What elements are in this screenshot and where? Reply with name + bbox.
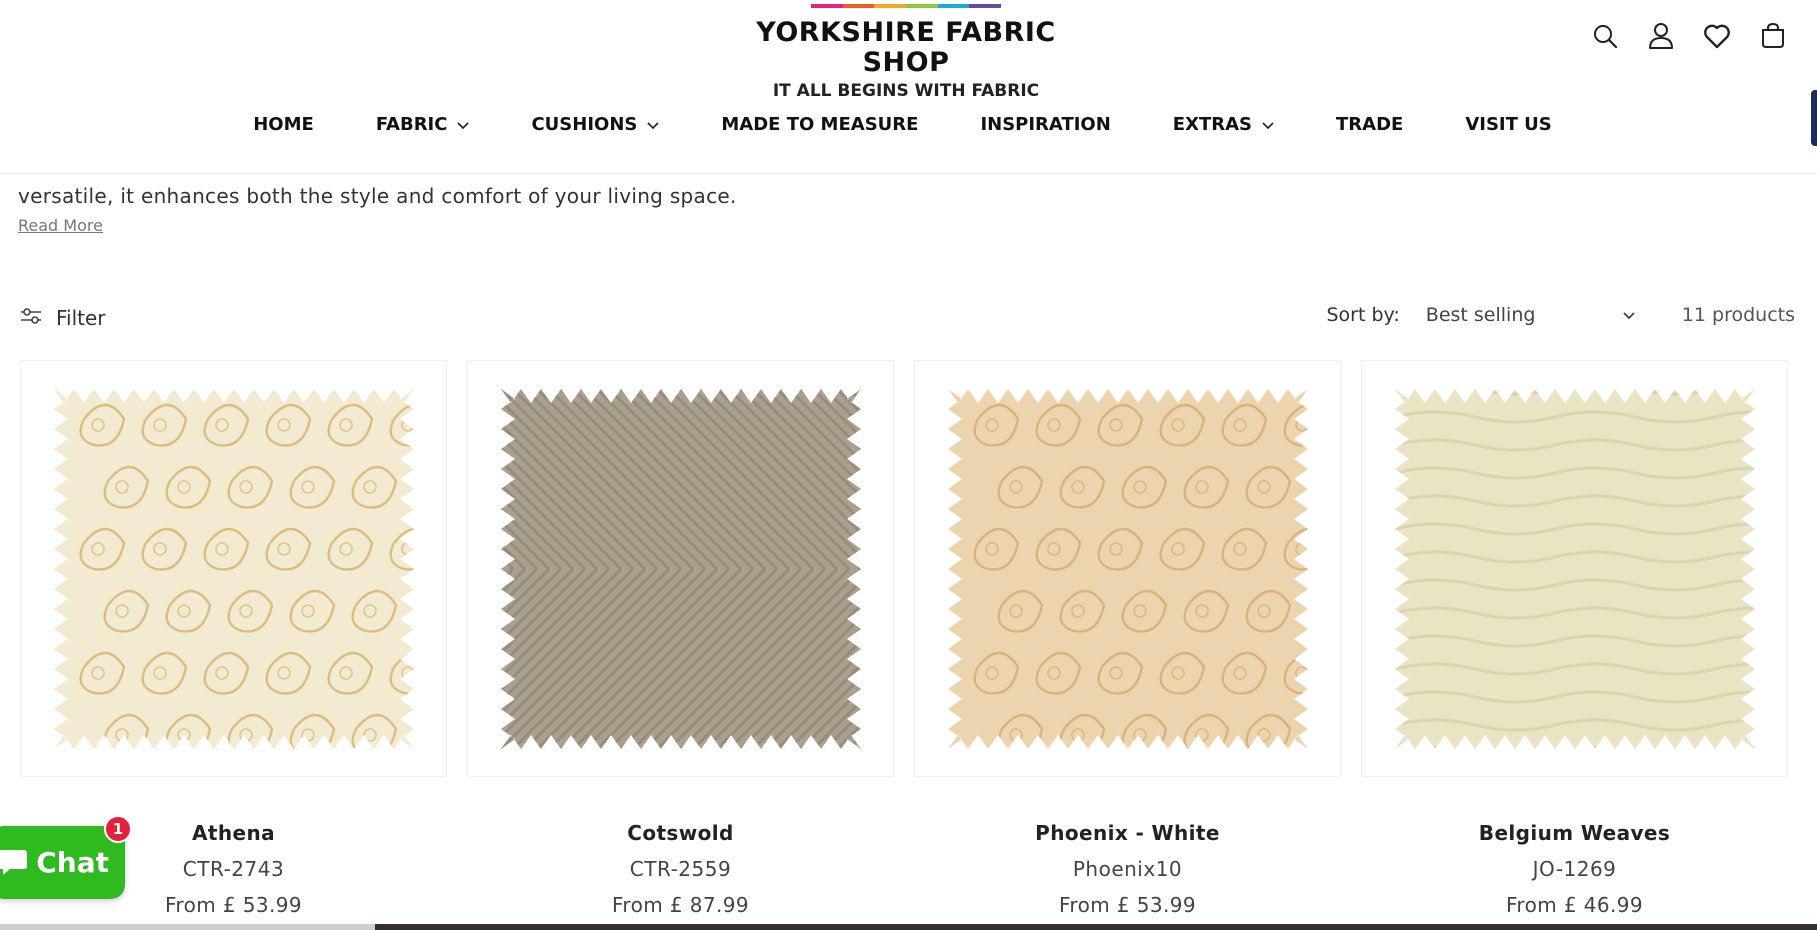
product-grid: Athena CTR-2743 From £ 53.99 Cotswold CTR-25… [20, 360, 1788, 917]
chevron-down-icon [457, 114, 470, 135]
wishlist-heart-icon[interactable] [1703, 22, 1731, 50]
chat-label: Chat [36, 846, 109, 879]
product-price: From £ 53.99 [1058, 893, 1197, 917]
product-title[interactable]: Phoenix - White [914, 821, 1341, 845]
nav-item-cushions[interactable]: CUSHIONS [500, 108, 690, 141]
chevron-down-icon [1622, 304, 1636, 326]
product-price: From £ 87.99 [611, 893, 750, 917]
sort-toolbar: Sort by: Best selling 11 products [1326, 304, 1795, 326]
product-price: From £ 46.99 [1505, 893, 1644, 917]
filter-label: Filter [56, 306, 106, 330]
logo-stripe-segment [811, 4, 843, 8]
nav-item-extras[interactable]: EXTRAS [1142, 108, 1305, 141]
logo-stripe-segment [906, 4, 938, 8]
nav-item-label: HOME [253, 114, 314, 135]
chevron-down-icon [1262, 114, 1274, 135]
product-sku: CTR-2559 [629, 857, 732, 881]
nav-item-label: MADE TO MEASURE [721, 114, 919, 135]
logo-rainbow-stripe [811, 4, 1002, 8]
logo-stripe-segment [874, 4, 907, 8]
chat-notification-badge: 1 [104, 815, 132, 843]
header-icons [1591, 22, 1787, 50]
logo-title: YORKSHIRE FABRIC SHOP [756, 17, 1056, 78]
filter-sliders-icon [20, 306, 42, 330]
logo-stripe-segment [937, 4, 970, 8]
filter-button[interactable]: Filter [20, 306, 106, 330]
bottom-strip [0, 924, 1817, 930]
sort-value: Best selling [1425, 304, 1536, 326]
nav-item-label: INSPIRATION [980, 114, 1111, 135]
main-nav-list: HOME FABRIC CUSHIONS MADE TO MEASURE INSPIRA… [222, 108, 1583, 141]
product-swatch-image[interactable] [467, 360, 894, 777]
search-icon[interactable] [1591, 22, 1619, 50]
nav-item-visit-us[interactable]: VISIT US [1434, 108, 1582, 141]
logo-stripe-segment [842, 4, 875, 8]
product-swatch-image[interactable] [1361, 360, 1788, 777]
read-more-link[interactable]: Read More [18, 216, 103, 235]
product-swatch-image[interactable] [20, 360, 447, 777]
nav-item-label: VISIT US [1465, 114, 1552, 135]
main-nav: HOME FABRIC CUSHIONS MADE TO MEASURE INSPIRA… [0, 108, 1817, 141]
side-widget-tab[interactable] [1811, 90, 1817, 146]
collection-description: versatile, it enhances both the style an… [18, 184, 737, 208]
sort-label: Sort by: [1326, 304, 1400, 326]
nav-item-trade[interactable]: TRADE [1305, 108, 1434, 141]
nav-item-label: CUSHIONS [531, 114, 638, 135]
nav-item-label: FABRIC [375, 114, 448, 135]
logo-stripe-segment [969, 4, 1002, 8]
product-card[interactable]: Cotswold CTR-2559 From £ 87.99 [467, 360, 894, 917]
product-title[interactable]: Belgium Weaves [1361, 821, 1788, 845]
product-title[interactable]: Cotswold [467, 821, 894, 845]
nav-item-fabric[interactable]: FABRIC [345, 108, 501, 141]
account-icon[interactable] [1647, 22, 1675, 50]
product-count: 11 products [1681, 304, 1795, 326]
sort-select[interactable]: Best selling [1426, 304, 1636, 326]
product-sku: Phoenix10 [1072, 857, 1183, 881]
nav-item-label: EXTRAS [1172, 114, 1253, 135]
nav-item-made-to-measure[interactable]: MADE TO MEASURE [690, 108, 949, 141]
product-card[interactable]: Belgium Weaves JO-1269 From £ 46.99 [1361, 360, 1788, 917]
site-logo[interactable]: YORKSHIRE FABRIC SHOP IT ALL BEGINS WITH… [731, 4, 1081, 102]
product-card[interactable]: Phoenix - White Phoenix10 From £ 53.99 [914, 360, 1341, 917]
nav-item-home[interactable]: HOME [222, 108, 345, 141]
chevron-down-icon [647, 114, 659, 135]
nav-item-label: TRADE [1336, 114, 1404, 135]
site-header: YORKSHIRE FABRIC SHOP IT ALL BEGINS WITH… [0, 0, 1817, 174]
nav-item-inspiration[interactable]: INSPIRATION [949, 108, 1141, 141]
product-swatch-image[interactable] [914, 360, 1341, 777]
logo-tagline: IT ALL BEGINS WITH FABRIC [772, 81, 1040, 101]
product-sku: JO-1269 [1532, 857, 1617, 881]
cart-icon[interactable] [1759, 22, 1787, 50]
chat-bubble-icon [0, 846, 30, 885]
